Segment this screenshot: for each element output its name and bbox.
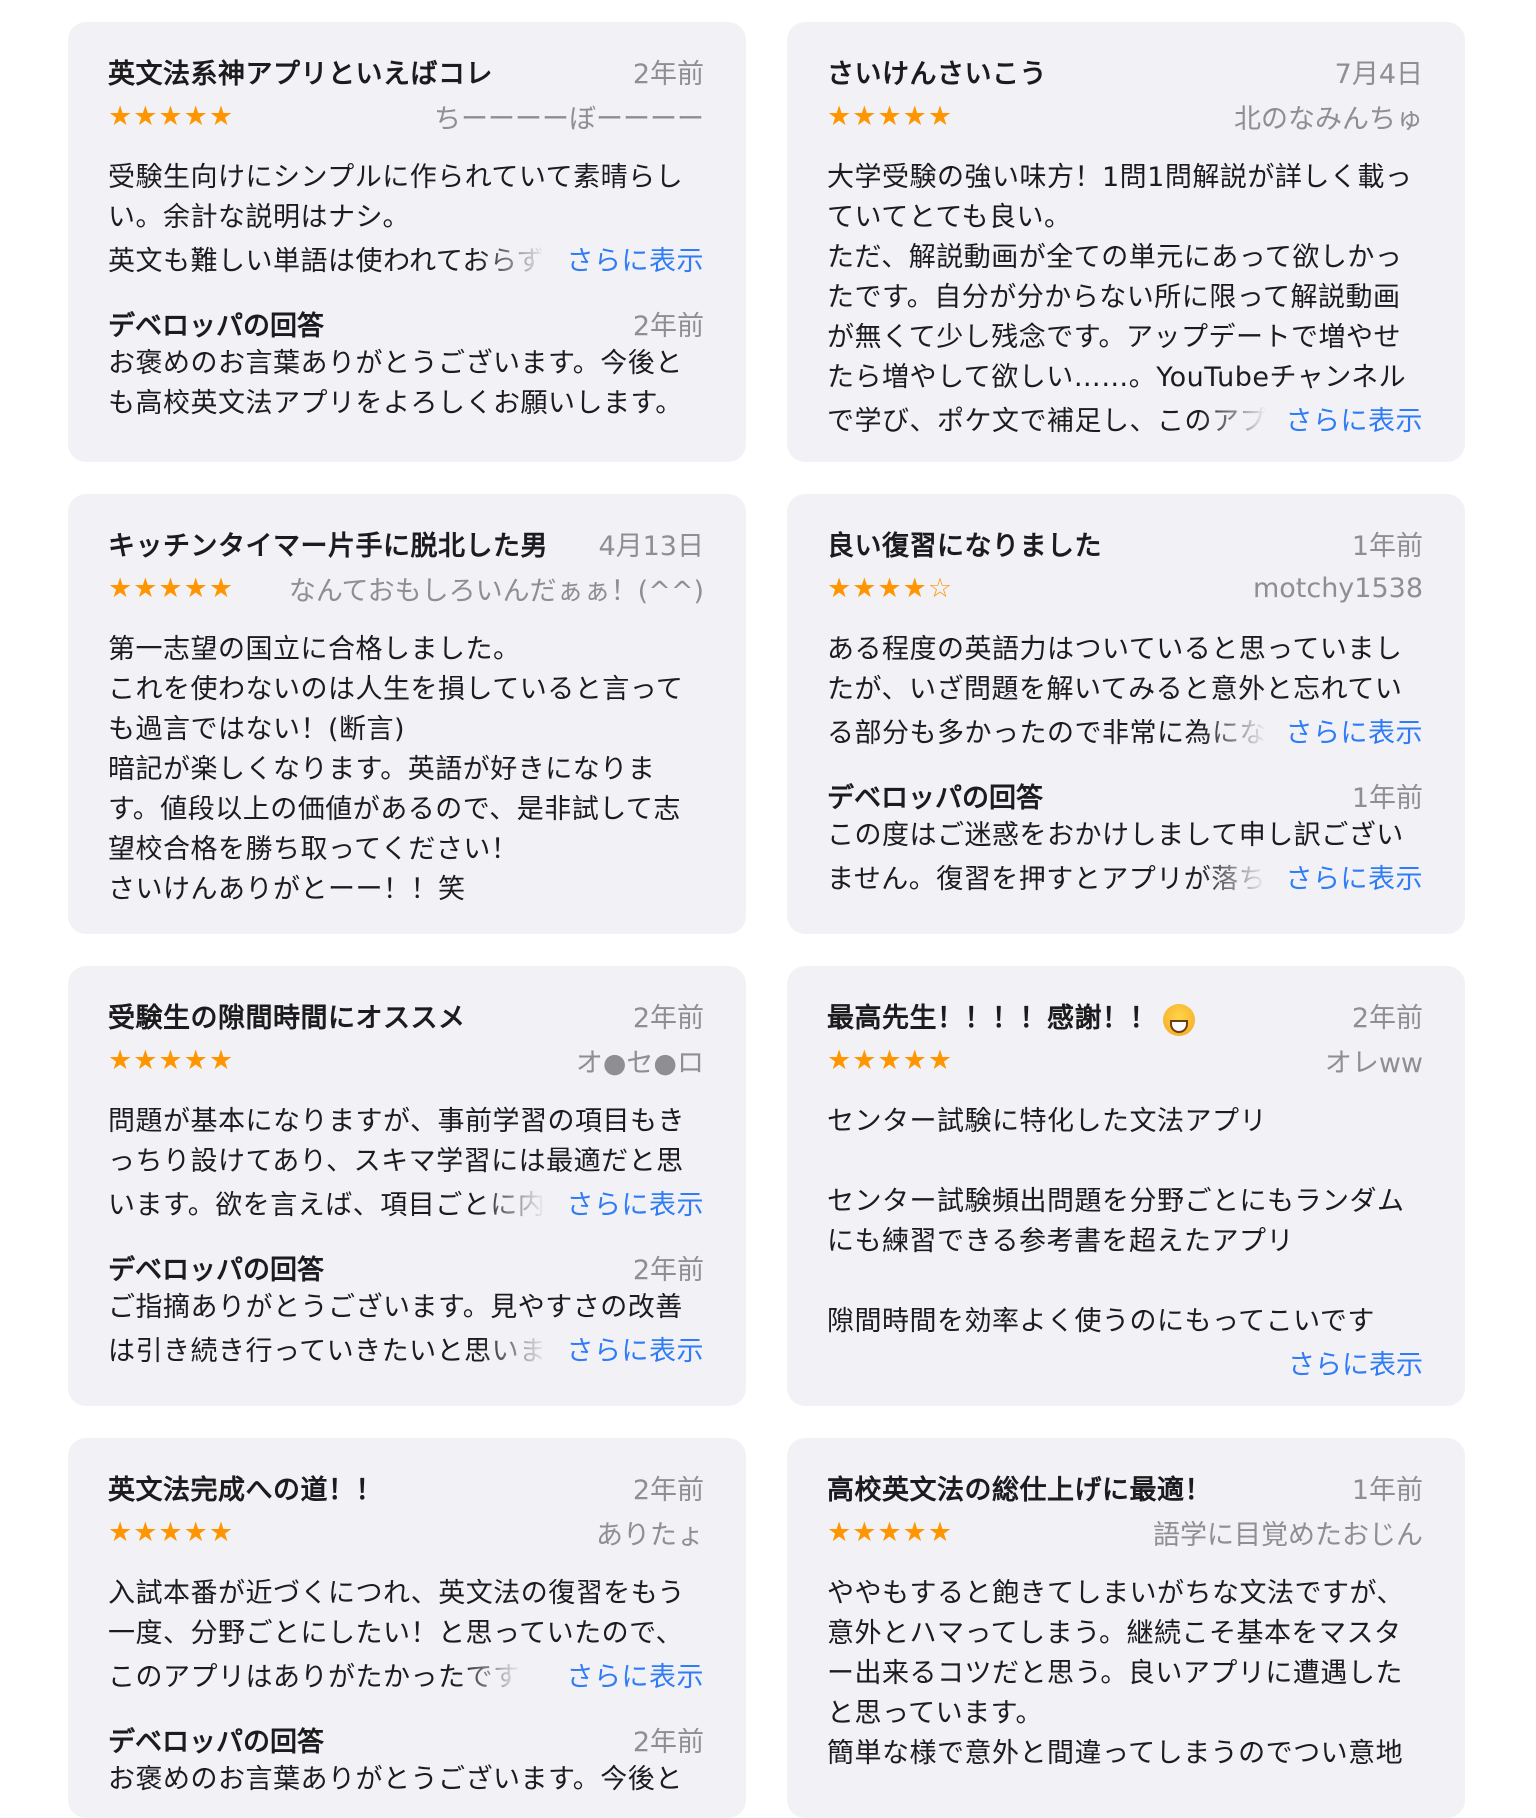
- review-author: 北のなみんちゅ: [1234, 103, 1423, 135]
- review-body-truncated: で学び、ポケ文で補足し、このアプ: [827, 405, 1267, 437]
- developer-response-label: デベロッパの回答: [827, 783, 1043, 814]
- developer-response-text: ご指摘ありがとうございます。見やすさの改善: [108, 1292, 683, 1323]
- review-date: 1年前: [1351, 1475, 1423, 1506]
- review-body-truncated: います。欲を言えば、項目ごとに内: [108, 1189, 546, 1221]
- review-date: 7月4日: [1334, 59, 1423, 90]
- grinning-face-emoji-icon: [1163, 1003, 1195, 1036]
- review-card[interactable]: 高校英文法の総仕上げに最適！ 1年前 ★★★★★ 語学に目覚めたおじん ややもす…: [787, 1438, 1465, 1818]
- developer-response-text: この度はご迷惑をおかけしまして申し訳ござい: [827, 820, 1404, 851]
- review-body-truncated: 英文も難しい単語は使われておらず: [108, 245, 545, 277]
- review-date: 2年前: [632, 1475, 704, 1506]
- review-card[interactable]: 最高先生！！！！感謝！！ 2年前 ★★★★★ オレww センター試験に特化した文…: [787, 966, 1465, 1406]
- star-rating: ★★★★★: [827, 1516, 954, 1548]
- review-title: 英文法完成への道！！: [108, 1475, 383, 1506]
- review-body: 問題が基本になりますが、事前学習の項目もき っちり設けてあり、スキマ学習には最適…: [108, 1106, 685, 1177]
- review-card[interactable]: 良い復習になりました 1年前 ★★★★☆ motchy1538 ある程度の英語力…: [787, 494, 1465, 934]
- review-body: ややもすると飽きてしまいがちな文法ですが、 意外とハマってしまう。継続こそ基本を…: [827, 1578, 1404, 1769]
- review-date: 2年前: [632, 59, 704, 90]
- review-author: motchy1538: [1252, 572, 1423, 604]
- review-date: 2年前: [1351, 1003, 1423, 1034]
- review-date: 1年前: [1351, 531, 1423, 562]
- review-author: なんておもしろいんだぁぁ！(^^): [288, 575, 704, 607]
- star-rating: ★★★★★: [108, 572, 235, 604]
- star-rating: ★★★★★: [108, 1044, 235, 1076]
- review-body: 入試本番が近づくにつれ、英文法の復習をもう 一度、分野ごとにしたい！と思っていた…: [108, 1578, 685, 1649]
- review-title: キッチンタイマー片手に脱北した男: [108, 531, 548, 562]
- developer-response-label: デベロッパの回答: [108, 1255, 324, 1286]
- show-more-link[interactable]: さらに表示: [567, 1655, 705, 1694]
- review-title-text: 最高先生！！！！感謝！！: [827, 1003, 1157, 1034]
- review-title: 受験生の隙間時間にオススメ: [108, 1003, 466, 1034]
- review-body: ある程度の英語力はついていると思っていまし たが、いざ問題を解いてみると意外と忘…: [827, 634, 1403, 705]
- review-body: 大学受験の強い味方！1問1問解説が詳しく載っ ていてとても良い。 ただ、解説動画…: [827, 162, 1413, 393]
- developer-response-date: 2年前: [632, 1727, 704, 1758]
- review-card[interactable]: 英文法系神アプリといえばコレ 2年前 ★★★★★ ちーーーーぼーーーー 受験生向…: [68, 22, 746, 462]
- review-title: さいけんさいこう: [827, 59, 1047, 90]
- review-body-truncated: このアプリはありがたかったです: [108, 1661, 521, 1693]
- review-title: 最高先生！！！！感謝！！: [827, 996, 1195, 1036]
- show-more-link[interactable]: さらに表示: [1286, 857, 1424, 896]
- review-body: センター試験に特化した文法アプリ センター試験頻出問題を分野ごとにもランダム に…: [827, 1106, 1405, 1337]
- review-title: 良い復習になりました: [827, 531, 1102, 562]
- developer-response-date: 2年前: [632, 1255, 704, 1286]
- review-card[interactable]: キッチンタイマー片手に脱北した男 4月13日 ★★★★★ なんておもしろいんだぁ…: [68, 494, 746, 934]
- review-author: ありたょ: [596, 1519, 704, 1551]
- developer-response-date: 1年前: [1351, 783, 1423, 814]
- show-more-link[interactable]: さらに表示: [1286, 711, 1424, 750]
- review-title: 英文法系神アプリといえばコレ: [108, 59, 493, 90]
- developer-response-truncated: ません。復習を押すとアプリが落ち: [827, 863, 1267, 895]
- star-rating: ★★★★★: [108, 100, 235, 132]
- review-author: 語学に目覚めたおじん: [1153, 1519, 1423, 1551]
- show-more-link[interactable]: さらに表示: [567, 239, 705, 278]
- developer-response-truncated: は引き続き行っていきたいと思いま: [108, 1335, 547, 1367]
- star-rating: ★★★★★: [827, 1044, 954, 1076]
- review-author: オレww: [1324, 1047, 1423, 1079]
- review-body-truncated: る部分も多かったので非常に為にな: [827, 717, 1267, 749]
- review-title: 高校英文法の総仕上げに最適！: [827, 1475, 1212, 1506]
- review-card[interactable]: 受験生の隙間時間にオススメ 2年前 ★★★★★ オ●セ●ロ 問題が基本になります…: [68, 966, 746, 1406]
- star-rating: ★★★★☆: [827, 572, 954, 604]
- developer-response-date: 2年前: [632, 311, 704, 342]
- show-more-link[interactable]: さらに表示: [1286, 399, 1424, 438]
- review-body: 受験生向けにシンプルに作られていて素晴らし い。余計な説明はナシ。: [108, 162, 684, 233]
- show-more-link[interactable]: さらに表示: [567, 1183, 705, 1222]
- developer-response-label: デベロッパの回答: [108, 311, 324, 342]
- review-author: オ●セ●ロ: [575, 1047, 704, 1079]
- review-card[interactable]: 英文法完成への道！！ 2年前 ★★★★★ ありたょ 入試本番が近づくにつれ、英文…: [68, 1438, 746, 1818]
- review-date: 2年前: [632, 1003, 704, 1034]
- developer-response-text: お褒めのお言葉ありがとうございます。今後と も高校英文法アプリをよろしくお願いし…: [108, 348, 683, 419]
- star-rating: ★★★★★: [827, 100, 954, 132]
- developer-response-label: デベロッパの回答: [108, 1727, 324, 1758]
- review-card[interactable]: さいけんさいこう 7月4日 ★★★★★ 北のなみんちゅ 大学受験の強い味方！1問…: [787, 22, 1465, 462]
- star-rating: ★★★★★: [108, 1516, 235, 1548]
- review-date: 4月13日: [598, 531, 704, 562]
- show-more-link[interactable]: さらに表示: [567, 1329, 705, 1368]
- developer-response-text: お褒めのお言葉ありがとうございます。今後と: [108, 1764, 683, 1795]
- review-author: ちーーーーぼーーーー: [434, 103, 704, 135]
- show-more-link[interactable]: さらに表示: [1288, 1343, 1423, 1382]
- review-body: 第一志望の国立に合格しました。 これを使わないのは人生を損していると言って も過…: [108, 634, 684, 905]
